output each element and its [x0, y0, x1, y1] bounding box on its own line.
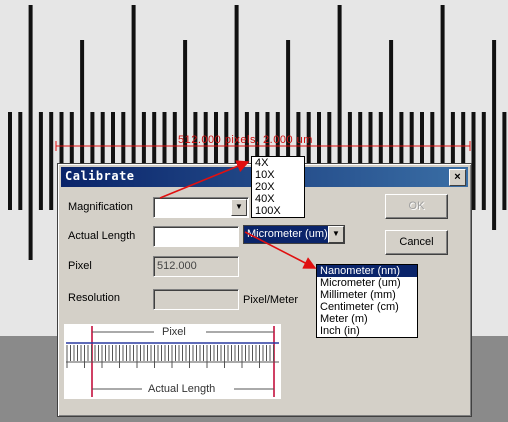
resolution-unit: Pixel/Meter [243, 294, 299, 306]
magnification-select[interactable]: ▼ [153, 197, 249, 218]
actual-length-label: Actual Length [68, 230, 136, 242]
dialog-title: Calibrate [65, 169, 135, 183]
list-item[interactable]: Millimeter (mm) [317, 289, 417, 301]
list-item[interactable]: Nanometer (nm) [317, 265, 417, 277]
unit-select[interactable]: Micrometer (um) ▼ [243, 225, 345, 244]
cancel-button[interactable]: Cancel [385, 230, 448, 255]
magnification-label: Magnification [68, 201, 133, 213]
ok-button[interactable]: OK [385, 194, 448, 219]
magnification-options-list[interactable]: 4X 10X 20X 40X 100X [251, 156, 305, 218]
close-button[interactable]: × [449, 169, 466, 186]
measurement-label: 512.000 pixels, 2.000 um [178, 134, 313, 146]
list-item[interactable]: Micrometer (um) [317, 277, 417, 289]
chevron-down-icon[interactable]: ▼ [328, 226, 344, 243]
pixel-label: Pixel [68, 260, 92, 272]
list-item[interactable]: Inch (in) [317, 325, 417, 337]
actual-length-input[interactable] [153, 226, 239, 247]
list-item[interactable]: Meter (m) [317, 313, 417, 325]
illustration-actual-length-label: Actual Length [148, 383, 216, 395]
list-item[interactable]: 100X [252, 205, 304, 217]
list-item[interactable]: 4X [252, 157, 304, 169]
chevron-down-icon[interactable]: ▼ [231, 199, 247, 216]
list-item[interactable]: 10X [252, 169, 304, 181]
illustration-pixel-label: Pixel [162, 326, 186, 338]
list-item[interactable]: 40X [252, 193, 304, 205]
resolution-value-field [153, 289, 239, 310]
pixel-value-field: 512.000 [153, 256, 239, 277]
list-item[interactable]: Centimeter (cm) [317, 301, 417, 313]
list-item[interactable]: 20X [252, 181, 304, 193]
calibration-illustration: Pixel Actual Length [64, 324, 281, 399]
resolution-label: Resolution [68, 292, 120, 304]
unit-options-list[interactable]: Nanometer (nm) Micrometer (um) Millimete… [316, 264, 418, 338]
